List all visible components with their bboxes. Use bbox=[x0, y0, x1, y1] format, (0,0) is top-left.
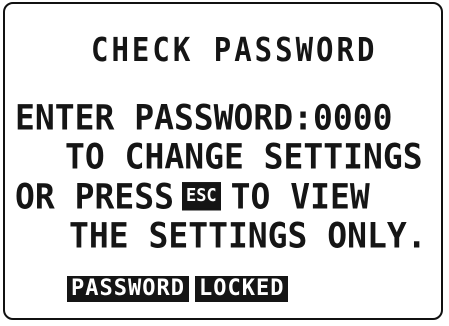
instruction-line-change-settings: TO CHANGE SETTINGS bbox=[65, 135, 423, 177]
screen-title: CHECK PASSWORD bbox=[91, 30, 378, 69]
lcd-screen: CHECK PASSWORD ENTER PASSWORD:0000 TO CH… bbox=[3, 2, 443, 320]
esc-key-button[interactable]: ESC bbox=[181, 182, 221, 211]
instruction-line-view-only: THE SETTINGS ONLY. bbox=[69, 214, 427, 256]
password-entry-line: ENTER PASSWORD:0000 bbox=[15, 96, 393, 138]
status-locked-label: LOCKED bbox=[194, 276, 289, 302]
status-password-label: PASSWORD bbox=[67, 276, 189, 302]
password-locked-status: PASSWORD LOCKED bbox=[67, 274, 289, 304]
instruction-line-press-key: OR PRESS ESC TO VIEW bbox=[15, 179, 370, 214]
press-suffix-text: TO VIEW bbox=[230, 175, 370, 217]
press-prefix-text: OR PRESS bbox=[15, 175, 174, 217]
